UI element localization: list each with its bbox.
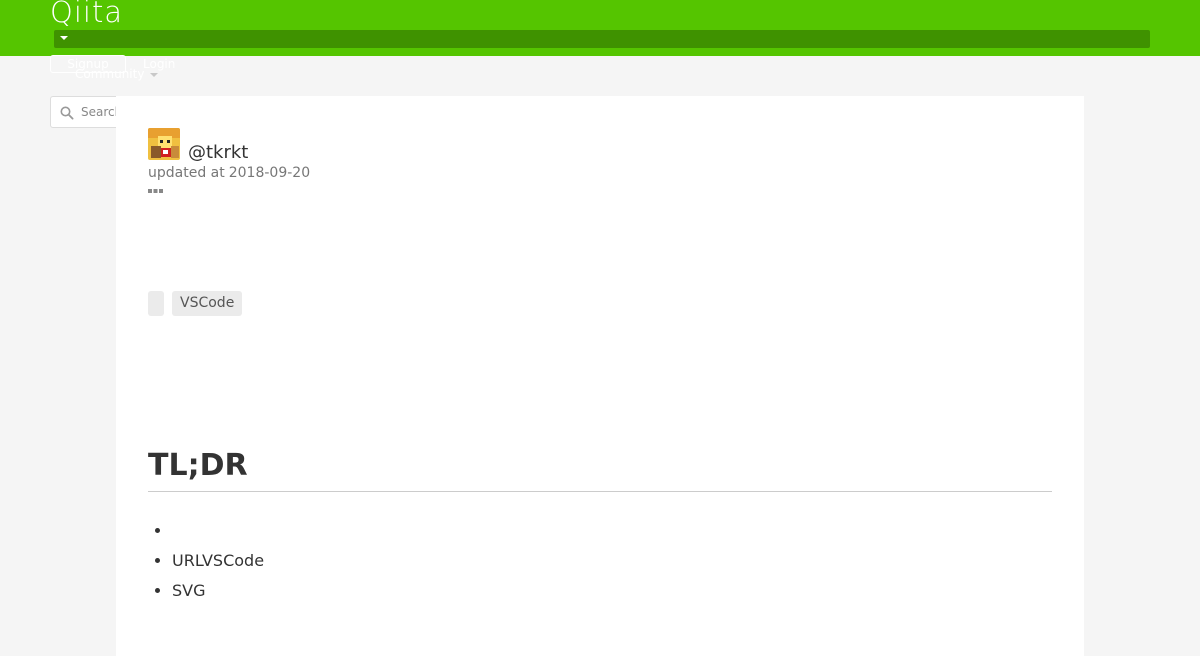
qiita-logo[interactable]: Qiita bbox=[50, 0, 123, 32]
community-menu[interactable]: Community bbox=[75, 67, 159, 81]
more-options-icon[interactable] bbox=[148, 188, 164, 194]
nav-strip bbox=[54, 30, 1150, 48]
list-item bbox=[172, 516, 264, 546]
updated-label: updated at bbox=[148, 165, 225, 181]
tag-item[interactable] bbox=[148, 291, 164, 316]
search-icon bbox=[60, 106, 74, 120]
updated-date: 2018-09-20 bbox=[228, 165, 311, 181]
updated-info: updated at 2018-09-20 bbox=[148, 164, 310, 182]
author-username[interactable]: @tkrkt bbox=[188, 142, 248, 164]
author-avatar[interactable] bbox=[148, 128, 180, 160]
chevron-down-icon bbox=[150, 72, 159, 77]
caret-down-icon[interactable] bbox=[60, 36, 68, 40]
header-bar: Qiita bbox=[0, 0, 1200, 56]
bullet-list: URLVSCode SVG bbox=[148, 516, 264, 606]
community-label: Community bbox=[75, 67, 145, 81]
section-heading: TL;DR bbox=[148, 448, 1052, 492]
list-item: SVG bbox=[172, 576, 264, 606]
article-card: @tkrkt updated at 2018-09-20 VSCode TL;DR… bbox=[116, 96, 1084, 656]
list-item: URLVSCode bbox=[172, 546, 264, 576]
tag-item[interactable]: VSCode bbox=[172, 291, 243, 316]
avatar-image bbox=[148, 128, 180, 160]
